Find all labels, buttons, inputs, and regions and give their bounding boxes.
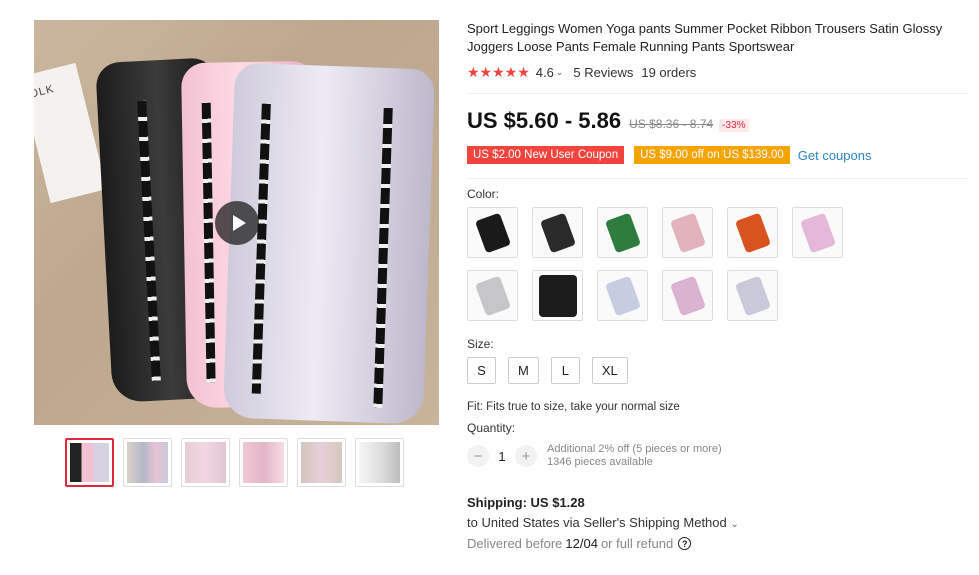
bulk-discount-note: Additional 2% off (5 pieces or more) [547, 443, 722, 455]
help-icon[interactable]: ? [678, 537, 692, 550]
decrease-quantity-button[interactable]: − [467, 445, 489, 467]
color-swatches [467, 207, 907, 321]
price-row: US $5.60 - 5.86 US $8.36 - 8.74 -33% [467, 108, 967, 134]
quantity-value[interactable]: 1 [489, 449, 515, 464]
color-swatch[interactable] [532, 207, 583, 258]
original-price: US $8.36 - 8.74 [629, 117, 714, 131]
color-swatch[interactable] [467, 270, 518, 321]
divider [467, 93, 967, 94]
video-play-button[interactable] [215, 201, 259, 245]
thumbnail-1[interactable] [65, 438, 114, 487]
quantity-label: Quantity: [467, 421, 516, 435]
color-swatch[interactable] [597, 270, 648, 321]
fit-note: Fit: Fits true to size, take your normal… [467, 401, 680, 413]
size-option-xl[interactable]: XL [591, 357, 628, 384]
divider [467, 178, 967, 179]
thumbnail-6[interactable] [355, 438, 404, 487]
delivery-date: 12/04 [565, 536, 598, 551]
color-swatch[interactable] [467, 207, 518, 258]
color-swatch[interactable] [727, 270, 778, 321]
rating-row: ★★★★★ 4.6 ⌄ 5 Reviews 19 orders [467, 64, 967, 81]
product-info: Sport Leggings Women Yoga pants Summer P… [467, 20, 967, 551]
pieces-available: 1346 pieces available [547, 456, 653, 468]
thumbnail-5[interactable] [297, 438, 346, 487]
thumbnail-3[interactable] [181, 438, 230, 487]
store-coupon[interactable]: US $9.00 off on US $139.00 [634, 146, 790, 164]
quantity-stepper: − 1 + Additional 2% off (5 pieces or mor… [467, 443, 967, 469]
product-title: Sport Leggings Women Yoga pants Summer P… [467, 21, 943, 54]
orders-count: 19 orders [641, 65, 697, 80]
thumbnail-4[interactable] [239, 438, 288, 487]
coupon-row: US $2.00 New User Coupon US $9.00 off on… [467, 146, 967, 164]
color-swatch[interactable] [597, 207, 648, 258]
rating-value[interactable]: 4.6 [536, 65, 554, 80]
color-label: Color: [467, 187, 500, 201]
delivery-estimate: Delivered before 12/04 or full refund ? [467, 536, 967, 551]
get-coupons-link[interactable]: Get coupons [798, 148, 872, 163]
size-option-s[interactable]: S [467, 357, 496, 384]
delivery-prefix: Delivered before [467, 536, 563, 551]
main-product-image[interactable]: OLK [34, 20, 439, 425]
thumbnail-2[interactable] [123, 438, 172, 487]
reviews-link[interactable]: 5 Reviews [573, 65, 633, 80]
size-options: S M L XL [467, 357, 967, 384]
size-label: Size: [467, 337, 494, 351]
booklet-text: OLK [34, 83, 56, 101]
delivery-suffix: or full refund [600, 536, 674, 551]
color-swatch[interactable] [792, 207, 843, 258]
shipping-destination-text[interactable]: to United States via Seller's Shipping M… [467, 515, 727, 530]
increase-quantity-button[interactable]: + [515, 445, 537, 467]
discount-badge: -33% [719, 119, 749, 132]
product-gallery: OLK [34, 20, 439, 487]
size-option-l[interactable]: L [550, 357, 580, 384]
shipping-destination[interactable]: to United States via Seller's Shipping M… [467, 515, 967, 530]
size-option-m[interactable]: M [508, 357, 539, 384]
color-swatch[interactable] [662, 207, 713, 258]
new-user-coupon[interactable]: US $2.00 New User Coupon [467, 146, 625, 164]
quantity-notes: Additional 2% off (5 pieces or more) 134… [547, 443, 722, 469]
color-swatch[interactable] [532, 270, 583, 321]
shipping-title: Shipping: US $1.28 [467, 495, 585, 510]
color-swatch[interactable] [727, 207, 778, 258]
current-price: US $5.60 - 5.86 [467, 108, 622, 133]
rating-stars-icon: ★★★★★ [467, 64, 530, 80]
chevron-down-icon[interactable]: ⌄ [730, 519, 738, 530]
thumbnail-strip [34, 438, 439, 487]
chevron-down-icon[interactable]: ⌄ [556, 67, 564, 78]
silver-pants-image [222, 62, 436, 425]
color-swatch[interactable] [662, 270, 713, 321]
